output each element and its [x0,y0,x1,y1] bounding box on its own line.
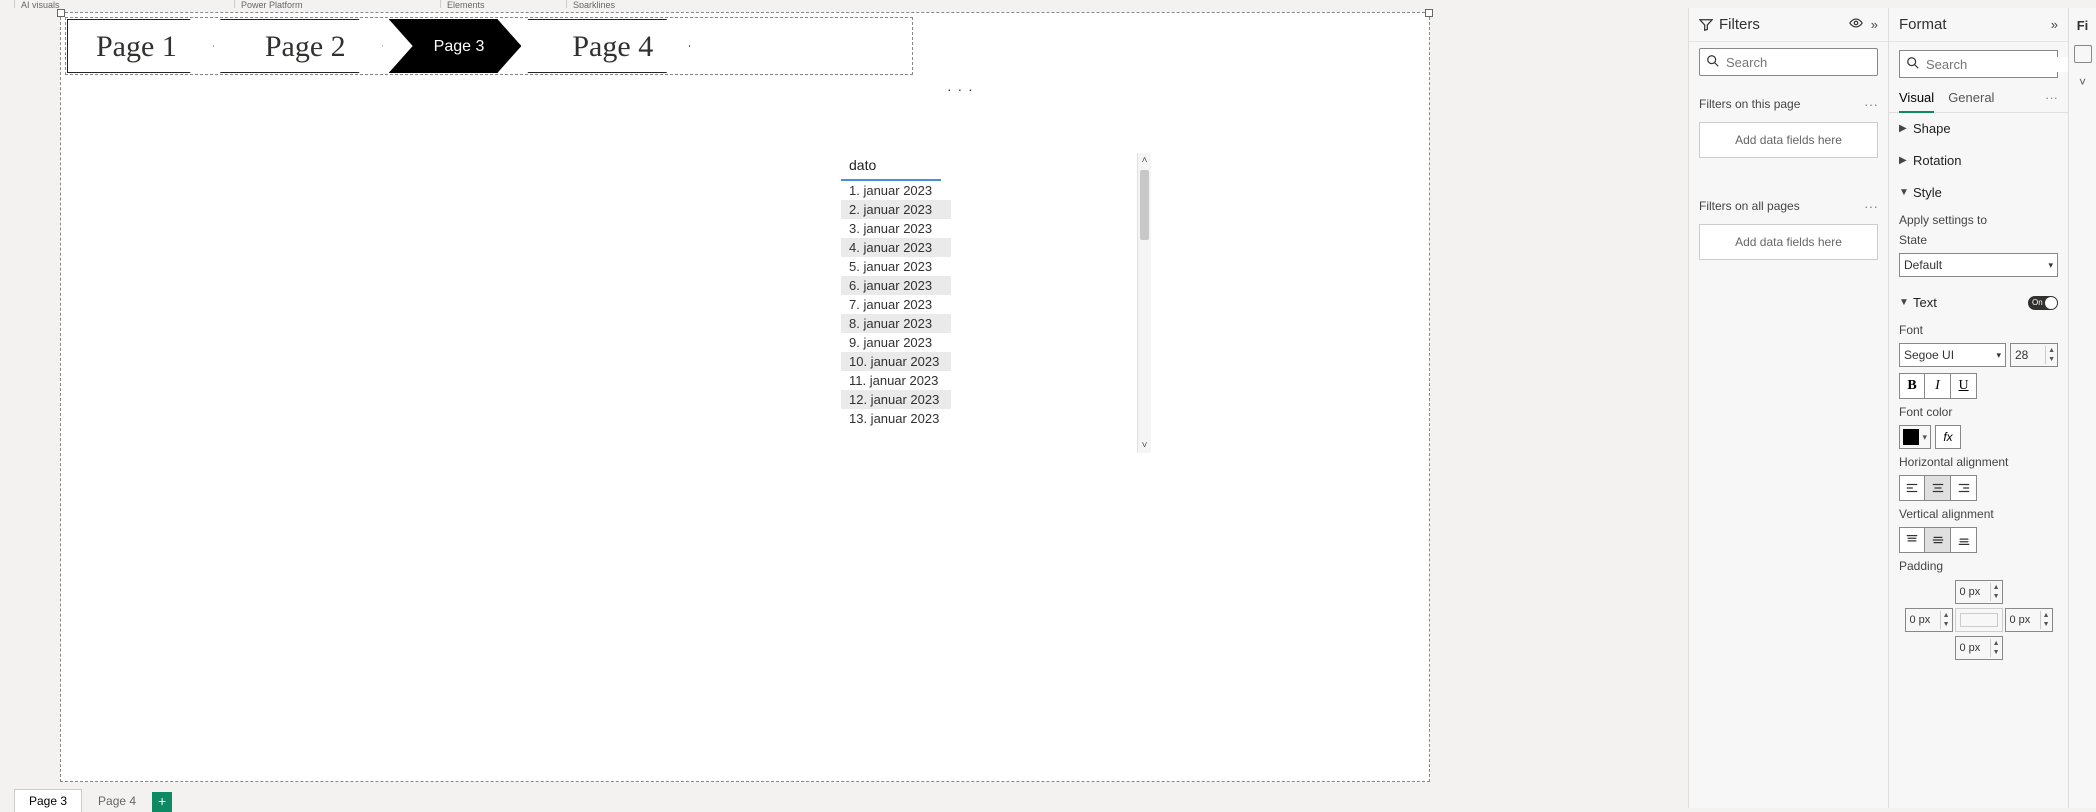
underline-button[interactable]: U [1951,373,1977,399]
table-row[interactable]: 7. januar 2023 [841,295,1137,314]
acc-rotation[interactable]: Rotation [1899,145,2058,177]
table-row[interactable]: 13. januar 2023 [841,409,1137,428]
font-size-input[interactable]: 28▲▼ [2010,343,2058,367]
chevron-right-icon [1899,123,1913,134]
fields-label: Fi [2077,18,2089,33]
filters-all-dropzone[interactable]: Add data fields here [1699,224,1878,260]
chevron-down-icon: ▾ [2048,260,2053,271]
add-page-button[interactable]: + [152,792,172,812]
filters-all-menu[interactable]: ··· [1864,198,1878,214]
align-right-button[interactable] [1951,475,1977,501]
padding-bottom-input[interactable]: 0 px▲▼ [1955,636,2003,660]
table-row[interactable]: 5. januar 2023 [841,257,1137,276]
table-row[interactable]: 12. januar 2023 [841,390,951,409]
page-tab-3[interactable]: Page 3 [14,789,82,812]
align-left-button[interactable] [1899,475,1925,501]
nav-page-3[interactable]: Page 3 [389,19,522,73]
search-icon[interactable] [2074,45,2092,63]
acc-shape[interactable]: Shape [1899,113,2058,145]
tab-general[interactable]: General [1948,84,1994,112]
scroll-thumb[interactable] [1140,170,1149,240]
table-row[interactable]: 3. januar 2023 [841,219,1137,238]
acc-text[interactable]: Text On [1899,287,2058,319]
fx-button[interactable]: fx [1935,425,1961,449]
collapse-pane-icon[interactable]: » [1871,17,1878,32]
format-pane: Format » Visual General ··· Shape Rotati… [1888,8,2068,808]
bold-button[interactable]: B [1899,373,1925,399]
page-selection-bounds[interactable]: Page 1 Page 2 Page 3 Page 4 · · · dato 1… [60,12,1430,782]
format-tabs-menu[interactable]: ··· [2045,84,2058,112]
scroll-down-arrow-icon[interactable]: ˅ [1138,438,1151,453]
text-toggle[interactable]: On [2028,296,2058,310]
valign-bottom-button[interactable] [1951,527,1977,553]
chevron-down-icon: ▾ [1919,432,1930,443]
filters-page-menu[interactable]: ··· [1864,96,1878,112]
state-select[interactable]: Default▾ [1899,253,2058,277]
filters-on-page-label: Filters on this page [1699,97,1864,111]
table-visual[interactable]: dato 1. januar 20232. januar 20233. janu… [841,153,1151,453]
table-scrollbar[interactable]: ˄ ˅ [1137,153,1151,453]
table-row[interactable]: 1. januar 2023 [841,181,1137,200]
valign-top-button[interactable] [1899,527,1925,553]
nav-page-4[interactable]: Page 4 [527,19,690,73]
filters-title: Filters [1719,16,1841,33]
search-icon [1900,56,1926,73]
chevron-right-icon [1899,155,1913,166]
padding-right-input[interactable]: 0 px▲▼ [2005,608,2053,632]
padding-left-input[interactable]: 0 px▲▼ [1905,608,1953,632]
state-label: State [1899,233,2058,247]
padding-preview [1955,608,2003,632]
v-align-label: Vertical alignment [1899,507,2058,521]
format-search[interactable] [1899,50,2058,78]
fields-pane-collapsed[interactable]: Fi ˅ [2068,8,2096,808]
format-title: Format [1899,16,2043,33]
filters-page-dropzone[interactable]: Add data fields here [1699,122,1878,158]
padding-top-input[interactable]: 0 px▲▼ [1955,580,2003,604]
h-align-label: Horizontal alignment [1899,455,2058,469]
table-row[interactable]: 6. januar 2023 [841,276,951,295]
eye-icon[interactable] [1849,16,1863,33]
spin-down-icon[interactable]: ▼ [2046,355,2057,364]
page-tab-4[interactable]: Page 4 [84,790,150,812]
font-family-select[interactable]: Segoe UI▾ [1899,343,2006,367]
italic-button[interactable]: I [1925,373,1951,399]
chevron-down-icon[interactable]: ˅ [2079,75,2086,89]
collapse-format-icon[interactable]: » [2051,17,2058,32]
font-color-picker[interactable]: ▾ [1899,425,1931,449]
format-search-input[interactable] [1926,57,2068,72]
search-icon [1700,54,1726,71]
font-label: Font [1899,323,2058,337]
table-row[interactable]: 8. januar 2023 [841,314,951,333]
filters-search[interactable] [1699,48,1878,76]
chevron-down-icon: ▾ [1996,350,2001,361]
visual-options-ellipsis[interactable]: · · · [947,81,974,97]
page-navigator[interactable]: Page 1 Page 2 Page 3 Page 4 [67,19,690,73]
table-row[interactable]: 4. januar 2023 [841,238,951,257]
chevron-down-icon [1899,297,1913,308]
align-center-button[interactable] [1925,475,1951,501]
filters-search-input[interactable] [1726,55,1908,70]
filter-icon [1699,18,1713,32]
report-canvas[interactable]: Page 1 Page 2 Page 3 Page 4 · · · dato 1… [0,8,1688,808]
table-row[interactable]: 9. januar 2023 [841,333,1137,352]
padding-label: Padding [1899,559,2058,573]
filters-pane: Filters » Filters on this page ··· Add d… [1688,8,1888,808]
table-column-header[interactable]: dato [841,153,941,181]
nav-page-1[interactable]: Page 1 [67,19,214,73]
table-row[interactable]: 2. januar 2023 [841,200,951,219]
tab-visual[interactable]: Visual [1899,84,1934,113]
nav-page-2[interactable]: Page 2 [220,19,383,73]
chevron-down-icon [1899,187,1913,198]
table-row[interactable]: 10. januar 2023 [841,352,951,371]
table-row[interactable]: 11. januar 2023 [841,371,1137,390]
scroll-up-arrow-icon[interactable]: ˄ [1138,153,1151,168]
spin-up-icon[interactable]: ▲ [2046,346,2057,355]
acc-style[interactable]: Style [1899,177,2058,209]
apply-settings-label: Apply settings to [1899,213,2058,227]
filters-all-pages-label: Filters on all pages [1699,199,1864,213]
report-page-tabs: Page 3 Page 4 + [14,789,172,812]
valign-middle-button[interactable] [1925,527,1951,553]
font-color-label: Font color [1899,405,2058,419]
